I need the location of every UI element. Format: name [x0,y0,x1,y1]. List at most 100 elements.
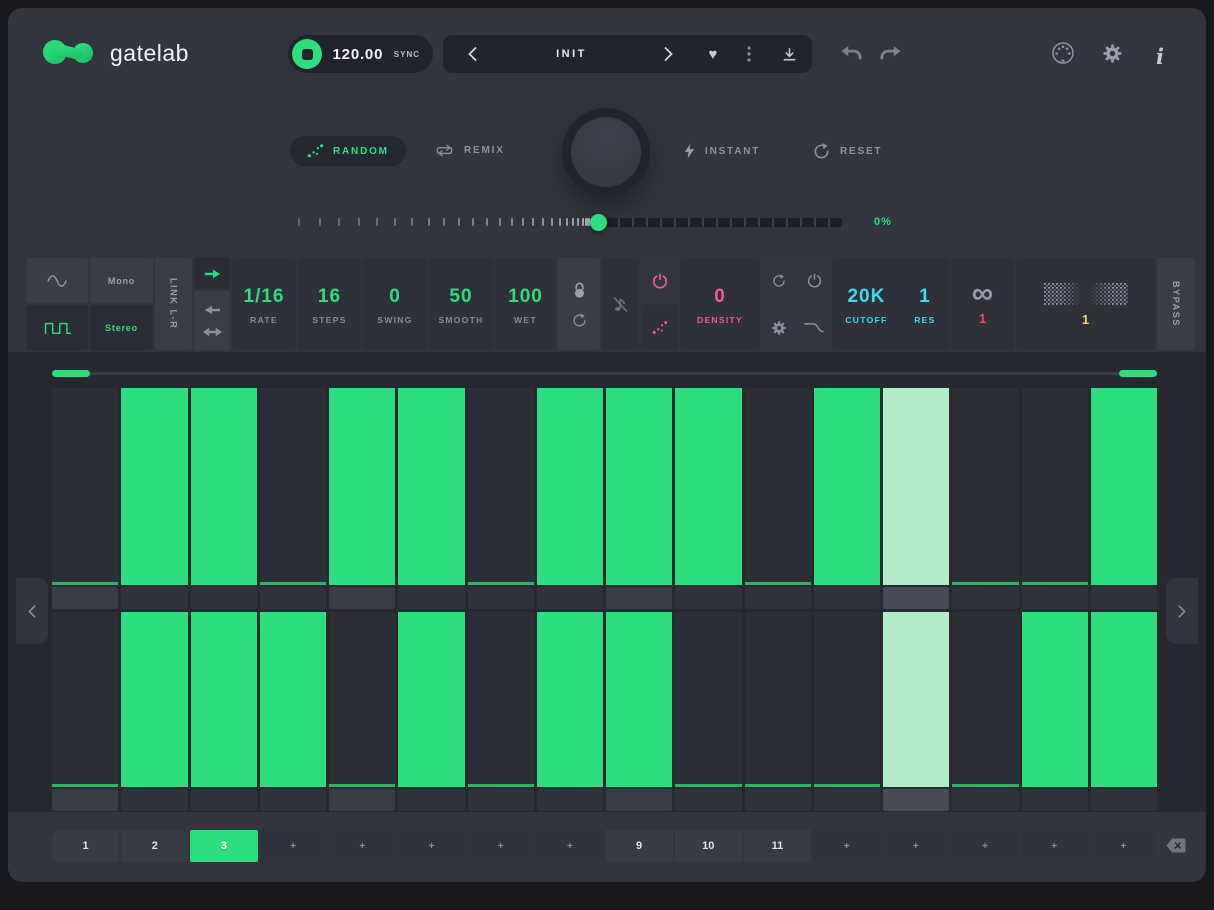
pattern-button-9[interactable]: 9 [606,830,673,862]
add-pattern-button-15[interactable]: + [1021,830,1088,862]
step-length-box-left-channel-4[interactable] [260,587,326,609]
step-length-box-right-channel-15[interactable] [1022,789,1088,811]
pattern-button-2[interactable]: 2 [121,830,188,862]
step-cell-right-channel-9[interactable] [606,612,672,787]
step-cell-left-channel-16[interactable] [1091,388,1157,585]
step-cell-left-channel-8[interactable] [537,388,603,585]
step-cell-right-channel-1[interactable] [52,612,118,787]
filter-power-button[interactable] [798,258,830,303]
step-cell-left-channel-12[interactable] [814,388,880,585]
arrow-left-icon[interactable] [204,305,221,315]
pattern-button-1[interactable]: 1 [52,830,119,862]
step-length-box-left-channel-9[interactable] [606,587,672,609]
step-cell-left-channel-3[interactable] [191,388,257,585]
step-length-box-right-channel-9[interactable] [606,789,672,811]
link-lr-button[interactable]: LINK L-R [169,278,179,329]
step-length-box-left-channel-3[interactable] [191,587,257,609]
undo-icon[interactable] [840,45,862,61]
add-pattern-button-14[interactable]: + [951,830,1018,862]
step-length-box-right-channel-16[interactable] [1091,789,1157,811]
bypass-button[interactable]: BYPASS [1171,281,1181,327]
step-cell-right-channel-6[interactable] [398,612,464,787]
step-cell-right-channel-12[interactable] [814,612,880,787]
step-length-box-left-channel-15[interactable] [1022,587,1088,609]
res-control[interactable]: 1 RES [914,284,935,325]
step-cell-left-channel-4[interactable] [260,388,326,585]
step-length-box-left-channel-14[interactable] [952,587,1018,609]
step-length-box-right-channel-6[interactable] [398,789,464,811]
stop-button[interactable] [292,39,322,69]
waveform-square-button[interactable] [27,305,88,350]
add-pattern-button-4[interactable]: + [260,830,327,862]
step-length-box-right-channel-3[interactable] [191,789,257,811]
instant-mode-button[interactable]: INSTANT [684,143,760,159]
pattern-button-10[interactable]: 10 [675,830,742,862]
direction-forward-button[interactable] [194,258,230,289]
step-length-box-right-channel-5[interactable] [329,789,395,811]
midi-icon[interactable] [1051,41,1075,65]
random-amount-track[interactable] [606,218,842,227]
density-random-button[interactable] [641,305,678,350]
stereo-button[interactable]: Stereo [90,305,153,350]
favorite-heart-icon[interactable]: ♥ [694,35,732,73]
info-icon[interactable]: i [1156,44,1164,69]
steps-control[interactable]: 16 STEPS [298,258,361,350]
step-cell-left-channel-15[interactable] [1022,388,1088,585]
preset-name[interactable]: INIT [501,48,642,60]
step-length-box-right-channel-14[interactable] [952,789,1018,811]
step-cell-right-channel-4[interactable] [260,612,326,787]
step-length-box-right-channel-10[interactable] [675,789,741,811]
delete-pattern-icon[interactable] [1166,838,1186,853]
step-cell-left-channel-2[interactable] [121,388,187,585]
mono-button[interactable]: Mono [90,258,153,303]
step-cell-left-channel-5[interactable] [329,388,395,585]
add-pattern-button-6[interactable]: + [398,830,465,862]
step-cell-right-channel-7[interactable] [468,612,534,787]
wet-control[interactable]: 100 WET [495,258,556,350]
step-length-box-right-channel-2[interactable] [121,789,187,811]
step-length-box-left-channel-6[interactable] [398,587,464,609]
step-length-box-left-channel-8[interactable] [537,587,603,609]
density-control[interactable]: 0 DENSITY [680,258,760,350]
density-settings-button[interactable] [762,305,796,350]
step-cell-right-channel-15[interactable] [1022,612,1088,787]
note-mute-button[interactable] [602,258,639,350]
loop-end-handle[interactable] [1119,370,1157,377]
pattern-next-tab[interactable] [1166,578,1198,644]
step-cell-left-channel-13[interactable] [883,388,949,585]
swing-control[interactable]: 0 SWING [363,258,427,350]
add-pattern-button-5[interactable]: + [329,830,396,862]
step-cell-right-channel-5[interactable] [329,612,395,787]
add-pattern-button-16[interactable]: + [1090,830,1157,862]
step-cell-left-channel-14[interactable] [952,388,1018,585]
step-length-box-left-channel-11[interactable] [745,587,811,609]
add-pattern-button-7[interactable]: + [467,830,534,862]
main-knob[interactable] [562,108,650,196]
rate-control[interactable]: 1/16 RATE [232,258,296,350]
settings-gear-icon[interactable] [1102,43,1123,64]
step-length-box-left-channel-1[interactable] [52,587,118,609]
loop-start-handle[interactable] [52,370,90,377]
step-length-box-left-channel-16[interactable] [1091,587,1157,609]
step-cell-right-channel-10[interactable] [675,612,741,787]
redo-icon[interactable] [880,45,902,61]
step-length-box-left-channel-10[interactable] [675,587,741,609]
dither-control[interactable]: 1 [1016,258,1155,350]
step-cell-left-channel-1[interactable] [52,388,118,585]
step-length-box-left-channel-2[interactable] [121,587,187,609]
pattern-button-3[interactable]: 3 [190,830,257,862]
add-pattern-button-8[interactable]: + [536,830,603,862]
smooth-control[interactable]: 50 SMOOTH [429,258,493,350]
add-pattern-button-13[interactable]: + [882,830,949,862]
random-amount-thumb[interactable] [590,214,607,231]
density-power-button[interactable] [641,258,678,303]
remix-mode-button[interactable]: REMIX [435,143,505,158]
cutoff-control[interactable]: 20K CUTOFF [845,284,887,325]
arrow-pingpong-icon[interactable] [203,327,222,337]
step-cell-left-channel-7[interactable] [468,388,534,585]
filter-type-button[interactable] [798,305,830,350]
preset-prev-button[interactable] [443,35,501,73]
step-cell-right-channel-2[interactable] [121,612,187,787]
step-cell-right-channel-13[interactable] [883,612,949,787]
step-length-box-left-channel-13[interactable] [883,587,949,609]
